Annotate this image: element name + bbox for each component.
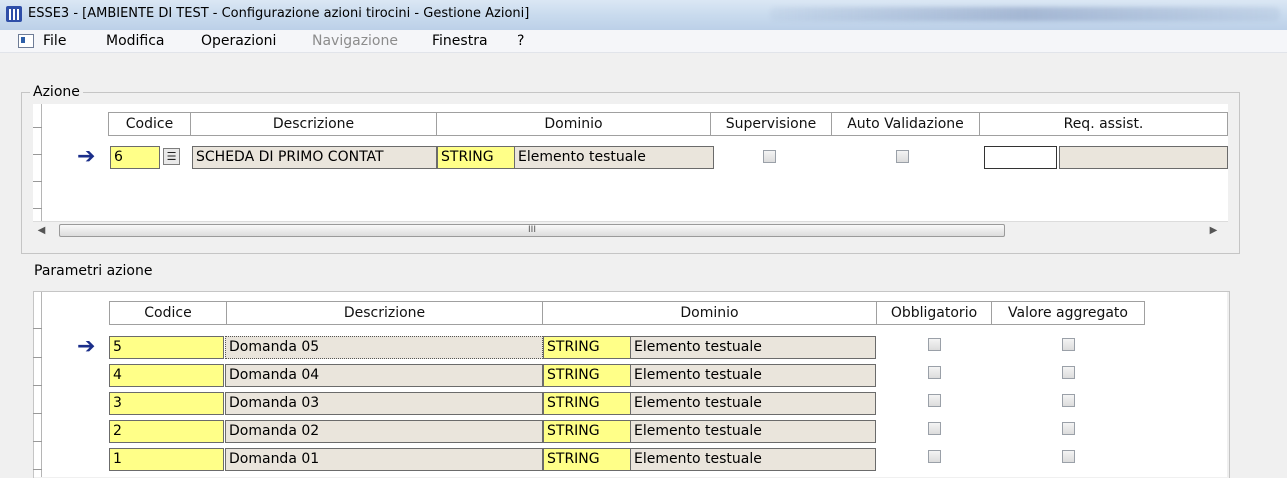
parametri-obbligatorio-checkbox[interactable]	[928, 394, 941, 407]
parametri-row-tick	[33, 385, 42, 386]
menu-modifica[interactable]: Modifica	[106, 33, 165, 49]
parametri-dominio-desc-field: Elemento testuale	[630, 336, 876, 359]
arrow-right-icon: ➔	[77, 334, 96, 359]
azione-req-assist-field[interactable]	[984, 146, 1057, 169]
parametri-obbligatorio-checkbox[interactable]	[928, 422, 941, 435]
parametri-descrizione-field[interactable]: Domanda 02	[225, 420, 543, 443]
title-bar-blurred-area	[770, 7, 1280, 21]
parametri-codice-field[interactable]: 4	[109, 364, 224, 387]
parametri-codice-field[interactable]: 3	[109, 392, 224, 415]
arrow-right-icon: ➔	[77, 144, 96, 169]
parametri-header-tick	[33, 328, 42, 329]
azione-header-codice: Codice	[108, 112, 191, 136]
azione-header-req-assist: Req. assist.	[979, 112, 1228, 136]
parametri-dominio-desc-field: Elemento testuale	[630, 364, 876, 387]
azione-horizontal-scrollbar[interactable]: ◀ III ▶	[33, 221, 1228, 239]
parametri-valore-aggregato-checkbox[interactable]	[1062, 366, 1075, 379]
parametri-row-tick	[33, 469, 42, 470]
azione-header-descrizione: Descrizione	[190, 112, 437, 136]
parametri-row-tick	[33, 357, 42, 358]
parametri-section-label: Parametri azione	[34, 263, 153, 279]
parametri-descrizione-field[interactable]: Domanda 01	[225, 448, 543, 471]
menu-file[interactable]: File	[43, 33, 66, 49]
parametri-valore-aggregato-checkbox[interactable]	[1062, 338, 1075, 351]
menu-operazioni[interactable]: Operazioni	[201, 33, 276, 49]
parametri-valore-aggregato-checkbox[interactable]	[1062, 450, 1075, 463]
azione-header-tick	[33, 127, 42, 128]
parametri-codice-field[interactable]: 5	[109, 336, 224, 359]
menu-navigazione: Navigazione	[312, 33, 398, 49]
azione-req-assist-desc-field	[1059, 146, 1228, 169]
parametri-dominio-code-field[interactable]: STRING	[543, 392, 631, 415]
parametri-row-tick	[33, 441, 42, 442]
document-menu-icon[interactable]	[18, 34, 34, 48]
scroll-grip: III	[528, 225, 536, 235]
azione-row-tick	[33, 154, 42, 155]
azione-header-supervisione: Supervisione	[710, 112, 832, 136]
parametri-dominio-desc-field: Elemento testuale	[630, 392, 876, 415]
parametri-codice-field[interactable]: 1	[109, 448, 224, 471]
azione-row-tick	[33, 208, 42, 209]
parametri-header-dominio: Dominio	[542, 301, 877, 325]
azione-row-tick	[33, 181, 42, 182]
parametri-obbligatorio-checkbox[interactable]	[928, 338, 941, 351]
azione-header-dominio: Dominio	[436, 112, 711, 136]
azione-scroll-thumb[interactable]: III	[59, 224, 1005, 237]
menu-help[interactable]: ?	[517, 33, 524, 49]
azione-section-label: Azione	[30, 84, 83, 100]
esse3-app-icon[interactable]	[6, 6, 22, 22]
window-title: ESSE3 - [AMBIENTE DI TEST - Configurazio…	[28, 6, 530, 21]
menu-finestra[interactable]: Finestra	[432, 33, 488, 49]
parametri-header-descrizione: Descrizione	[226, 301, 543, 325]
parametri-dominio-desc-field: Elemento testuale	[630, 420, 876, 443]
azione-header-auto-validazione: Auto Validazione	[831, 112, 980, 136]
parametri-dominio-desc-field: Elemento testuale	[630, 448, 876, 471]
parametri-header-codice: Codice	[109, 301, 227, 325]
azione-row-indicator-line	[41, 104, 42, 222]
parametri-dominio-code-field[interactable]: STRING	[543, 420, 631, 443]
parametri-header-obbligatorio: Obbligatorio	[876, 301, 992, 325]
parametri-obbligatorio-checkbox[interactable]	[928, 450, 941, 463]
azione-dominio-desc-field: Elemento testuale	[514, 146, 714, 169]
title-bar: ESSE3 - [AMBIENTE DI TEST - Configurazio…	[0, 0, 1287, 31]
azione-descrizione-field[interactable]: SCHEDA DI PRIMO CONTAT	[192, 146, 437, 169]
parametri-valore-aggregato-checkbox[interactable]	[1062, 422, 1075, 435]
parametri-valore-aggregato-checkbox[interactable]	[1062, 394, 1075, 407]
parametri-dominio-code-field[interactable]: STRING	[543, 336, 631, 359]
parametri-descrizione-field[interactable]: Domanda 04	[225, 364, 543, 387]
azione-supervisione-checkbox[interactable]	[763, 150, 776, 163]
parametri-descrizione-field[interactable]: Domanda 05	[225, 336, 543, 359]
parametri-codice-field[interactable]: 2	[109, 420, 224, 443]
azione-dominio-code-field[interactable]: STRING	[437, 146, 515, 169]
parametri-descrizione-field[interactable]: Domanda 03	[225, 392, 543, 415]
azione-auto-validazione-checkbox[interactable]	[896, 150, 909, 163]
parametri-row-tick	[33, 413, 42, 414]
scroll-right-icon[interactable]: ▶	[1205, 222, 1222, 239]
parametri-header-valore-aggregato: Valore aggregato	[991, 301, 1145, 325]
parametri-dominio-code-field[interactable]: STRING	[543, 364, 631, 387]
parametri-obbligatorio-checkbox[interactable]	[928, 366, 941, 379]
menu-bar	[0, 30, 1287, 53]
list-of-values-icon[interactable]: ☰	[163, 148, 180, 165]
azione-codice-field[interactable]: 6	[110, 146, 160, 169]
parametri-dominio-code-field[interactable]: STRING	[543, 448, 631, 471]
scroll-left-icon[interactable]: ◀	[33, 222, 50, 239]
